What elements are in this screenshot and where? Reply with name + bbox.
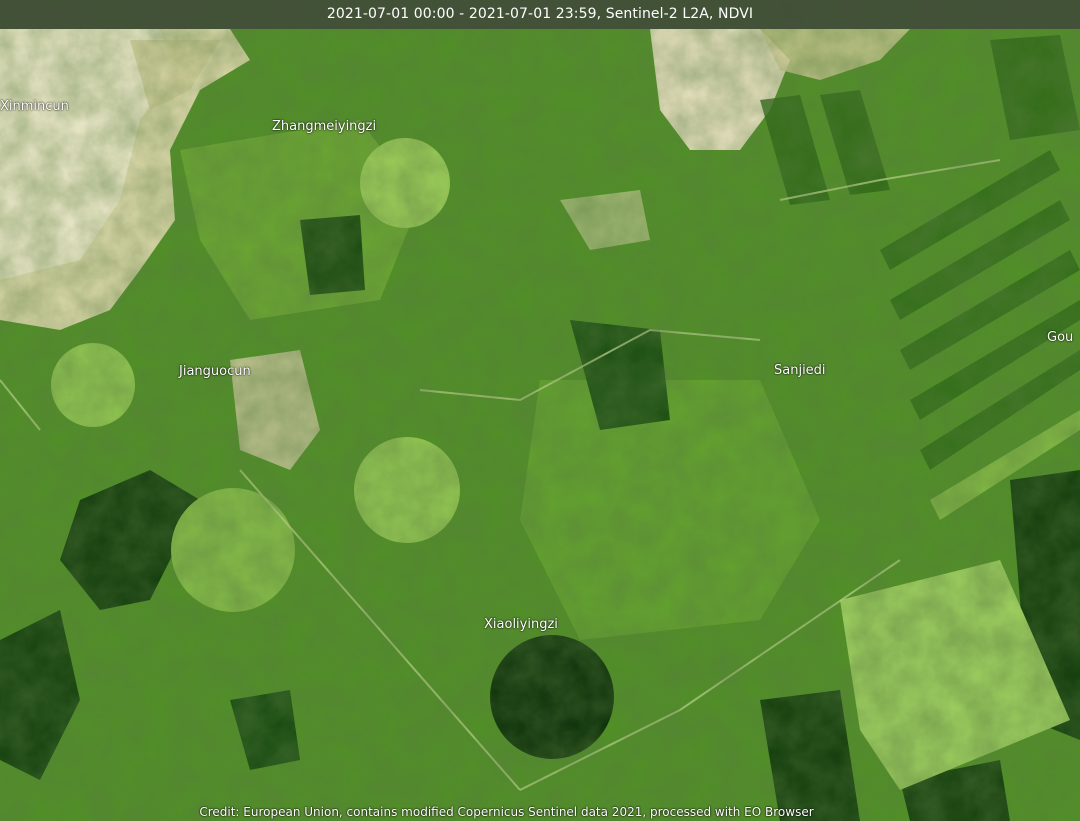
place-label-xiaoliyingzi: Xiaoliyingzi xyxy=(484,617,558,632)
place-label-gou: Gou xyxy=(1047,330,1074,345)
ndvi-map-view[interactable]: 2021-07-01 00:00 - 2021-07-01 23:59, Sen… xyxy=(0,0,1080,821)
place-label-jianguocun: Jianguocun xyxy=(179,364,251,379)
place-label-zhangmeiyingzi: Zhangmeiyingzi xyxy=(272,119,377,134)
imagery-info-header: 2021-07-01 00:00 - 2021-07-01 23:59, Sen… xyxy=(0,0,1080,29)
place-label-xinmincun: Xinmincun xyxy=(0,99,69,114)
place-label-sanjiedi: Sanjiedi xyxy=(774,363,826,378)
satellite-ndvi-imagery xyxy=(0,0,1080,821)
attribution-credit: Credit: European Union, contains modifie… xyxy=(199,805,814,819)
